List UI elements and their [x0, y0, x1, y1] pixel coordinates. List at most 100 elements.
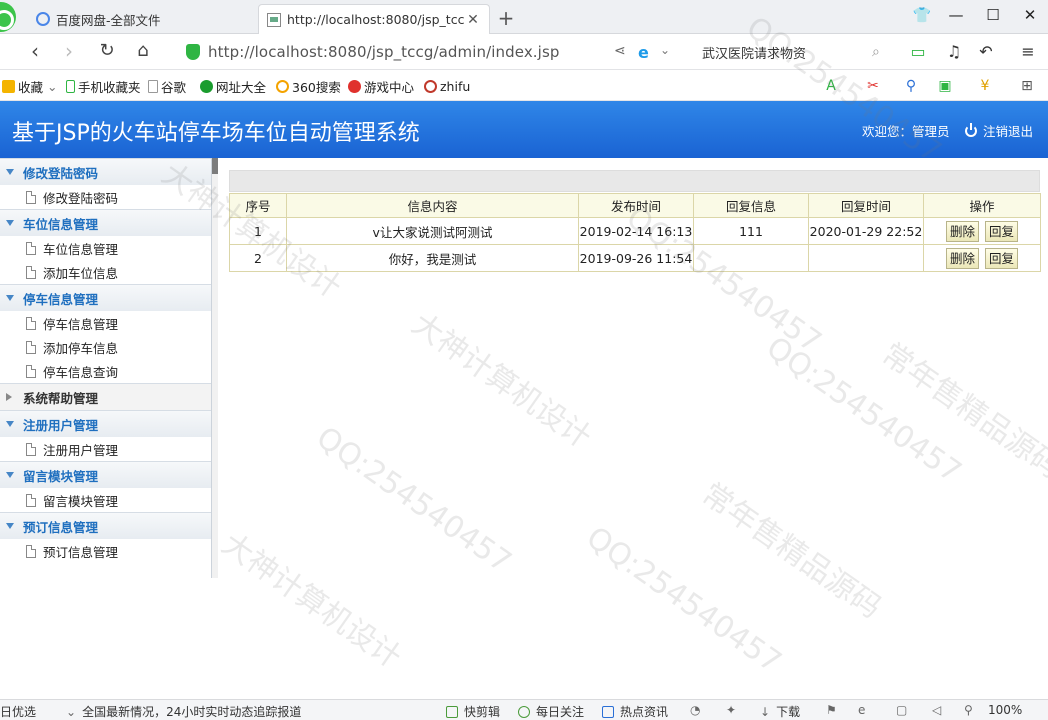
zoom-icon[interactable]: ⚲	[964, 703, 973, 717]
chevron-down-icon[interactable]: ⌄	[660, 43, 670, 57]
expand-arrow-icon	[6, 169, 14, 175]
close-window-button[interactable]: ✕	[1013, 4, 1047, 26]
table-cell: 2	[229, 244, 287, 272]
magnifier-icon[interactable]: ⚲	[900, 77, 922, 95]
delete-button[interactable]: 删除	[945, 220, 979, 242]
sidebar-group-spaces[interactable]: 车位信息管理	[0, 209, 211, 236]
table-cell: v让大家说测试阿测试	[286, 217, 579, 245]
sidebar-item-change-password[interactable]: 修改登陆密码	[0, 185, 211, 209]
headphones-icon[interactable]: ♫	[942, 40, 966, 64]
news-icon	[602, 705, 614, 718]
sidebar-group-password[interactable]: 修改登陆密码	[0, 158, 211, 185]
status-daily[interactable]: 每日关注	[518, 703, 584, 720]
currency-icon[interactable]: ¥	[974, 77, 996, 95]
browser-nav-bar: ‹ › ↻ ⌂ http://localhost:8080/jsp_tccg/a…	[0, 34, 1048, 70]
search-icon[interactable]: ⌕	[872, 44, 890, 60]
logout-button[interactable]: 注销退出	[965, 121, 1033, 140]
ie-mode-icon[interactable]: e	[858, 703, 865, 717]
apps-grid-icon[interactable]: ⊞	[1016, 77, 1038, 95]
sidebar-item-label: 停车信息管理	[43, 316, 119, 332]
logout-label: 注销退出	[983, 124, 1034, 139]
skin-icon[interactable]: 👕	[905, 4, 939, 26]
sidebar-group-help[interactable]: 系统帮助管理	[0, 383, 211, 410]
battery-icon[interactable]: ▭	[906, 40, 930, 64]
document-icon	[26, 265, 36, 279]
search-box[interactable]: 武汉医院请求物资 ⌕	[694, 39, 890, 65]
sidebar-group-bookings[interactable]: 预订信息管理	[0, 512, 211, 539]
sidebar-group-label: 车位信息管理	[23, 216, 99, 232]
sidebar-item-parking-add[interactable]: 添加停车信息	[0, 335, 211, 359]
sidebar-group-label: 修改登陆密码	[23, 165, 99, 181]
bookmark-hao123[interactable]: 网址大全	[200, 77, 266, 95]
translate-icon[interactable]: A	[820, 77, 842, 95]
new-tab-button[interactable]: +	[496, 6, 516, 30]
pin-icon[interactable]: ✦	[726, 703, 736, 717]
forward-button[interactable]: ›	[56, 38, 82, 64]
sidebar-item-label: 修改登陆密码	[43, 190, 119, 206]
speedometer-icon[interactable]: ◔	[690, 703, 700, 717]
table-actions-cell: 删除 回复	[923, 217, 1041, 245]
sidebar-group-parking[interactable]: 停车信息管理	[0, 284, 211, 311]
status-kuaijianji[interactable]: 快剪辑	[446, 703, 500, 720]
scissors-icon[interactable]: ✂	[862, 77, 884, 95]
flag-icon[interactable]: ⚑	[826, 703, 837, 717]
reply-button[interactable]: 回复	[984, 220, 1018, 242]
sidebar-group-messages[interactable]: 留言模块管理	[0, 461, 211, 488]
sidebar-group-label: 系统帮助管理	[23, 390, 99, 406]
power-icon	[965, 122, 977, 137]
bookmark-google[interactable]: 谷歌	[148, 77, 186, 95]
sidebar-item-users-manage[interactable]: 注册用户管理	[0, 437, 211, 461]
status-download[interactable]: ↓ 下载	[760, 703, 800, 720]
table-cell: 你好，我是测试	[286, 244, 579, 272]
reload-button[interactable]: ↻	[94, 38, 120, 64]
app-title: 基于JSP的火车站停车场车位自动管理系统	[12, 121, 420, 146]
column-header: 操作	[923, 193, 1041, 218]
sidebar-item-messages-manage[interactable]: 留言模块管理	[0, 488, 211, 512]
ie-engine-icon[interactable]: e	[638, 43, 649, 62]
sidebar-item-space-manage[interactable]: 车位信息管理	[0, 236, 211, 260]
menu-icon[interactable]: ≡	[1016, 40, 1040, 64]
tab-localhost[interactable]: http://localhost:8080/jsp_tccg/ ✕	[258, 4, 490, 34]
gamepad-icon[interactable]: ▣	[934, 77, 956, 95]
window-icon[interactable]: ▢	[896, 703, 907, 717]
phone-icon	[66, 79, 75, 93]
delete-button[interactable]: 删除	[945, 247, 979, 269]
address-bar[interactable]: http://localhost:8080/jsp_tccg/admin/ind…	[186, 39, 686, 65]
bookmark-favorites[interactable]: 收藏 ⌄	[2, 77, 58, 95]
maximize-button[interactable]: ☐	[976, 4, 1010, 26]
sidebar-group-label: 停车信息管理	[23, 291, 99, 307]
main-content: 序号 信息内容 发布时间 回复信息 回复时间 操作 1 v让大家说测试阿测试 2…	[218, 158, 1048, 578]
status-left[interactable]: 日优选	[0, 703, 36, 720]
close-tab-icon[interactable]: ✕	[465, 12, 481, 28]
document-icon	[26, 241, 36, 255]
sidebar-group-users[interactable]: 注册用户管理	[0, 410, 211, 437]
bookmark-mobile[interactable]: 手机收藏夹	[66, 77, 141, 95]
speaker-icon[interactable]: ◁	[932, 703, 941, 717]
sidebar-item-label: 添加车位信息	[43, 265, 119, 281]
app-header: 基于JSP的火车站停车场车位自动管理系统 欢迎您：管理员 注销退出	[0, 101, 1048, 158]
status-news[interactable]: ⌄ 全国最新情况，24小时实时动态追踪报道	[66, 703, 301, 720]
minimize-button[interactable]: —	[939, 4, 973, 26]
sidebar-item-parking-query[interactable]: 停车信息查询	[0, 359, 211, 383]
bookmarks-bar: 收藏 ⌄ 手机收藏夹 谷歌 网址大全 360搜索 游戏中心 zhifu A ✂ …	[0, 70, 1048, 101]
tab-baidu-pan[interactable]: 百度网盘-全部文件	[28, 4, 254, 34]
sidebar-item-parking-manage[interactable]: 停车信息管理	[0, 311, 211, 335]
back-button[interactable]: ‹	[22, 38, 48, 64]
bookmark-game-center[interactable]: 游戏中心	[348, 77, 414, 95]
share-icon[interactable]: ⋖	[614, 43, 626, 59]
home-button[interactable]: ⌂	[130, 38, 156, 64]
undo-icon[interactable]: ↶	[974, 40, 998, 64]
welcome-text: 欢迎您：管理员	[862, 124, 950, 139]
zoom-level[interactable]: 100%	[988, 703, 1022, 717]
sidebar-item-bookings-manage[interactable]: 预订信息管理	[0, 539, 211, 563]
sidebar-item-space-add[interactable]: 添加车位信息	[0, 260, 211, 284]
document-icon	[26, 544, 36, 558]
search-input[interactable]: 武汉医院请求物资	[694, 43, 872, 62]
video-edit-icon	[446, 705, 458, 718]
reply-button[interactable]: 回复	[984, 247, 1018, 269]
bookmark-zhifu[interactable]: zhifu	[424, 77, 470, 95]
bookmark-360-search[interactable]: 360搜索	[276, 77, 341, 95]
address-url[interactable]: http://localhost:8080/jsp_tccg/admin/ind…	[208, 43, 559, 61]
collapse-arrow-icon	[6, 393, 12, 401]
status-hot-news[interactable]: 热点资讯	[602, 703, 668, 720]
